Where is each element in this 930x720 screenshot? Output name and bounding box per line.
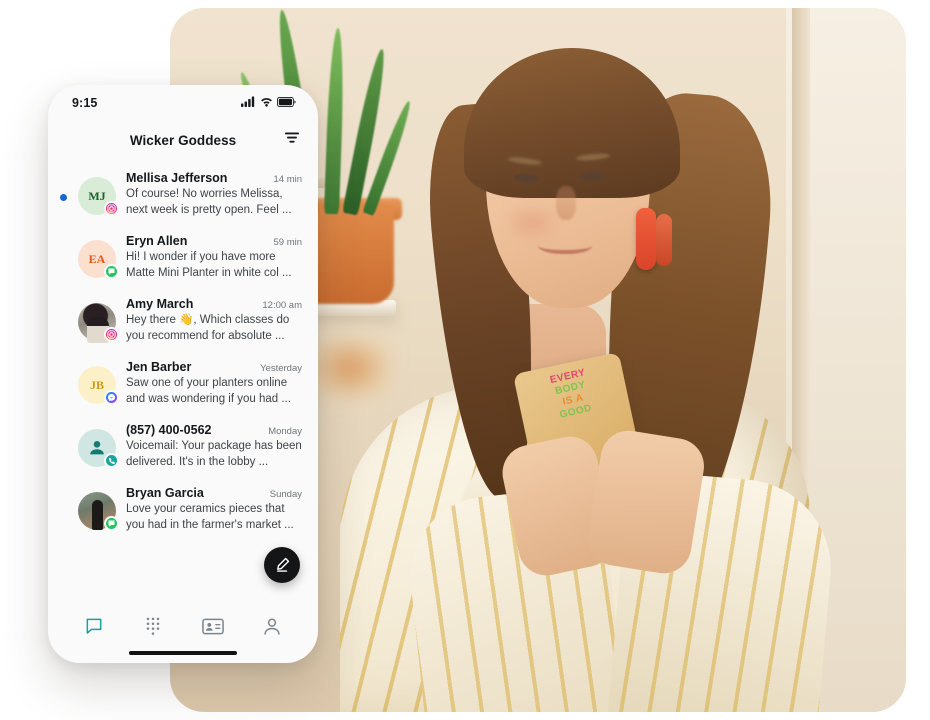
wifi-icon [260,94,273,112]
woman-subject: EVERY BODY IS A GOOD [288,8,848,712]
conversation-row[interactable]: Amy March 12:00 am Hey there 👋, Which cl… [48,289,318,352]
conversation-header: Amy March 12:00 am [126,297,302,311]
timestamp: 59 min [273,237,302,248]
conversation-body: Jen Barber Yesterday Saw one of your pla… [126,360,304,407]
conversation-row[interactable]: EA Eryn Allen 59 min Hi! I wonder if you… [48,226,318,289]
earring-left [636,208,656,270]
status-icons [241,94,296,112]
timestamp: Sunday [269,489,302,500]
conversation-header: Eryn Allen 59 min [126,234,302,248]
hand-right [584,426,708,578]
conversation-list: MJ Mellisa Jefferson 14 min Of course! N… [48,159,318,541]
app-header: Wicker Goddess [48,121,318,159]
contact-name: Jen Barber [126,360,192,374]
cellular-signal-icon [241,94,256,112]
conversation-body: Eryn Allen 59 min Hi! I wonder if you ha… [126,234,304,281]
person-icon [264,618,280,635]
timestamp: 12:00 am [262,300,302,311]
instagram-badge-icon [104,327,119,342]
earring-right [656,214,672,266]
compose-pencil-icon [277,557,290,572]
timestamp: 14 min [273,174,302,185]
battery-icon [276,94,296,112]
messenger-badge-icon [104,390,119,405]
avatar: MJ [78,177,119,216]
conversation-body: Bryan Garcia Sunday Love your ceramics p… [126,486,304,533]
filter-icon[interactable] [284,131,300,150]
dialpad-icon [147,617,160,635]
page-title: Wicker Goddess [129,132,237,148]
avatar [78,303,119,342]
conversation-header: (857) 400-0562 Monday [126,423,302,437]
message-preview: Of course! No worries Melissa, next week… [126,188,292,216]
tab-profile[interactable] [252,611,292,641]
contact-name: (857) 400-0562 [126,423,212,437]
hair-top [464,48,680,198]
avatar [78,492,119,531]
tab-keypad[interactable] [133,611,173,641]
status-bar: 9:15 [48,85,318,121]
conversation-row[interactable]: JB Jen Barber Yesterday Saw one of your … [48,352,318,415]
contact-name: Eryn Allen [126,234,188,248]
sms-badge-icon [104,264,119,279]
conversation-header: Jen Barber Yesterday [126,360,302,374]
sms-badge-icon [104,516,119,531]
smile [538,236,592,254]
compose-button[interactable] [264,547,300,583]
screenshot-root: EVERY BODY IS A GOOD 9:15 Wicker Goddess… [0,0,930,720]
conversation-body: (857) 400-0562 Monday Voicemail: Your pa… [126,423,304,470]
status-time: 9:15 [72,96,98,110]
contact-card-icon [201,618,224,634]
home-indicator [129,651,237,655]
contact-name: Bryan Garcia [126,486,204,500]
phone-mockup: 9:15 Wicker Goddess MJ Mellisa Jefferson… [48,85,318,663]
message-preview: Hey there 👋, Which classes do you recomm… [126,314,290,342]
cheek [510,208,554,238]
conversation-header: Bryan Garcia Sunday [126,486,302,500]
chat-bubble-icon [86,618,102,634]
conversation-header: Mellisa Jefferson 14 min [126,171,302,185]
phone-badge-icon [104,453,119,468]
conversation-row[interactable]: MJ Mellisa Jefferson 14 min Of course! N… [48,163,318,226]
timestamp: Monday [268,426,302,437]
conversation-body: Mellisa Jefferson 14 min Of course! No w… [126,171,304,218]
conversation-row[interactable]: Bryan Garcia Sunday Love your ceramics p… [48,478,318,541]
unread-indicator [60,194,67,201]
timestamp: Yesterday [260,363,302,374]
tab-messages[interactable] [74,611,114,641]
message-preview: Saw one of your planters online and was … [126,377,291,405]
contact-name: Amy March [126,297,194,311]
message-preview: Voicemail: Your package has been deliver… [126,440,302,468]
avatar: EA [78,240,119,279]
contact-name: Mellisa Jefferson [126,171,228,185]
conversation-body: Amy March 12:00 am Hey there 👋, Which cl… [126,297,304,344]
tab-contacts[interactable] [193,611,233,641]
conversation-row[interactable]: (857) 400-0562 Monday Voicemail: Your pa… [48,415,318,478]
message-preview: Hi! I wonder if you have more Matte Mini… [126,251,292,279]
nose [556,186,576,220]
instagram-badge-icon [104,201,119,216]
avatar: JB [78,366,119,405]
avatar [78,429,119,468]
message-preview: Love your ceramics pieces that you had i… [126,503,294,531]
